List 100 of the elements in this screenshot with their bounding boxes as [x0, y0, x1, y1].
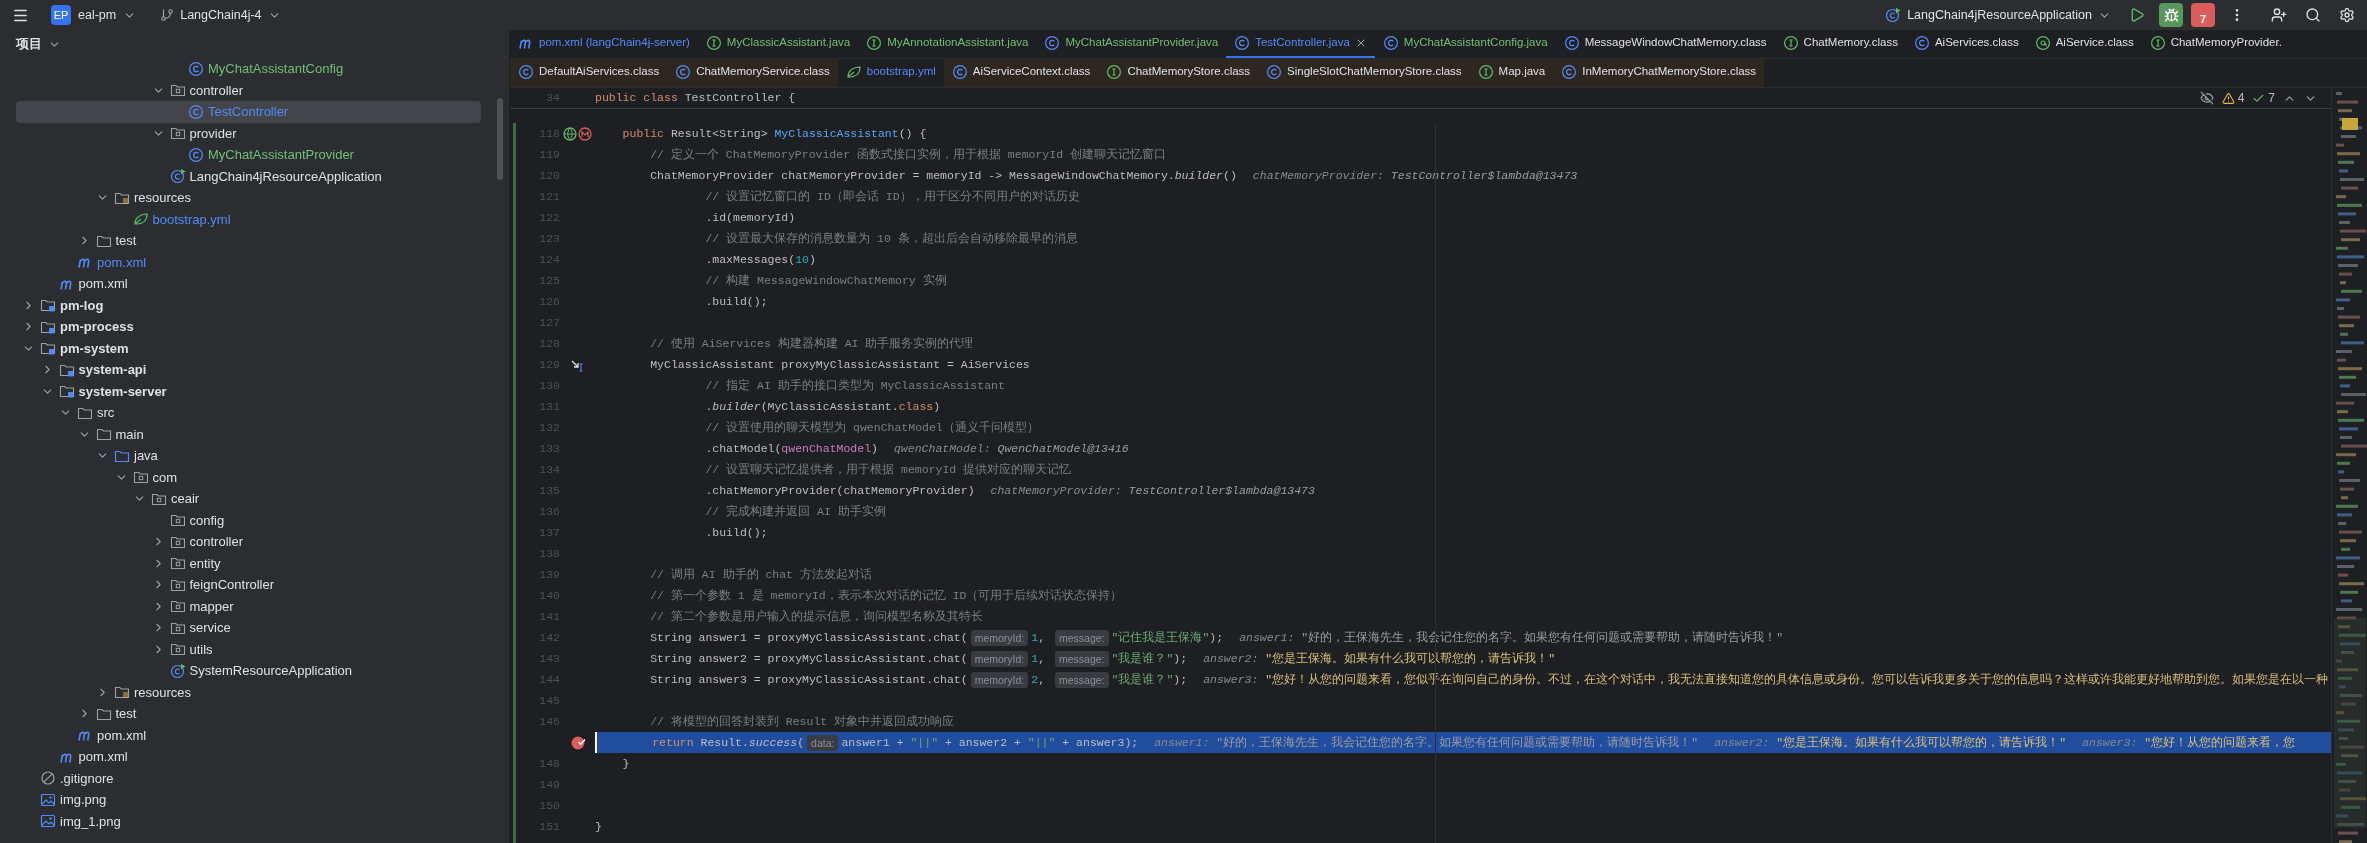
debug-value: answer2: "您是王保海。如果有什么我可以帮您的，请告诉我！" — [1714, 734, 2067, 751]
branch-icon — [160, 8, 175, 22]
code-text: public class TestController { — [595, 90, 796, 107]
tree-item[interactable]: controller — [16, 531, 481, 553]
tree-item[interactable]: pm-log — [16, 294, 481, 316]
tree-item[interactable]: img_1.png — [16, 810, 481, 832]
code-text: String answer2 = proxyMyClassicAssistant.chat( — [649, 650, 968, 667]
application-class-icon — [169, 662, 186, 679]
tree-item[interactable]: pom.xml — [16, 724, 481, 746]
tree-item[interactable]: utils — [16, 638, 481, 660]
interface-icon — [1477, 64, 1494, 80]
debug-value: chatMemoryProvider: TestController$lambda@13473 — [1252, 167, 1578, 184]
code-text: answer1 + "||" + answer2 + "||" + answer3); — [841, 734, 1139, 751]
code-text: // 使用 AiServices 构建器构建 AI 助手服务实例的代理 — [649, 335, 974, 352]
tree-item[interactable]: MyChatAssistantProvider — [16, 144, 481, 166]
parameter-hint: memoryId: — [970, 629, 1029, 646]
check-count[interactable]: 7 — [2252, 89, 2275, 107]
project-view-title[interactable]: 项目 — [16, 34, 61, 54]
tree-item[interactable]: src — [16, 402, 481, 424]
editor-tab[interactable]: bootstrap.yml — [837, 59, 944, 87]
tree-item[interactable]: LangChain4jResourceApplication — [16, 165, 481, 187]
editor-tab[interactable]: ChatMemoryService.class — [667, 59, 838, 87]
add-user-icon[interactable] — [2271, 7, 2287, 23]
tree-item[interactable]: mapper — [16, 595, 481, 617]
tree-item[interactable]: config — [16, 509, 481, 531]
eye-off-icon[interactable] — [2199, 91, 2214, 105]
editor-tab[interactable]: ChatMemoryProvider. — [2141, 30, 2290, 58]
editor-tab[interactable]: pom.xml (langChain4j-server) — [510, 30, 698, 58]
tree-item[interactable]: pm-process — [16, 316, 481, 338]
class-icon — [1913, 35, 1930, 51]
tree-item[interactable]: pom.xml — [16, 251, 481, 273]
tree-item[interactable]: system-server — [16, 380, 481, 402]
tree-item[interactable]: controller — [16, 79, 481, 101]
breakpoint-icon[interactable] — [569, 734, 586, 751]
package-icon — [169, 641, 186, 658]
class-icon — [1234, 35, 1251, 51]
scrollbar-thumb[interactable] — [497, 98, 503, 180]
editor-tab[interactable]: AiService.class — [2026, 30, 2142, 58]
tree-item[interactable]: test — [16, 230, 481, 252]
tree-item[interactable]: pom.xml — [16, 273, 481, 295]
editor-tab[interactable]: MessageWindowChatMemory.class — [1555, 30, 1775, 58]
endpoint-icons-drawing[interactable] — [562, 125, 593, 142]
editor-tab[interactable]: MyClassicAssistant.java — [697, 30, 859, 58]
editor-tab[interactable]: AiServices.class — [1905, 30, 2027, 58]
search-icon[interactable] — [2305, 7, 2321, 23]
code-text: // 将模型的回答封装到 Result 对象中并返回成功响应 — [649, 713, 955, 730]
tree-item[interactable]: SystemResourceApplication — [16, 660, 481, 682]
tree-item[interactable]: resources — [16, 187, 481, 209]
editor-tab[interactable]: AiServiceContext.class — [943, 59, 1099, 87]
code-text: ChatMemoryProvider chatMemoryProvider = memoryId -> MessageWindowChatMemory.builder() — [649, 167, 1237, 184]
project-selector[interactable]: EP eal-pm — [51, 5, 137, 25]
tree-item[interactable]: feignController — [16, 574, 481, 596]
tree-item[interactable]: img.png — [16, 789, 481, 811]
run-configuration-selector[interactable]: LangChain4jResourceApplication — [1885, 5, 2111, 25]
code-text: .id(memoryId) — [704, 209, 796, 226]
tree-item[interactable]: main — [16, 423, 481, 445]
tree-item[interactable]: resources — [16, 681, 481, 703]
tree-item[interactable]: MyChatAssistantConfig — [16, 58, 481, 80]
code-text: .chatMemoryProvider(chatMemoryProvider) — [704, 482, 975, 499]
tree-item[interactable]: pom.xml — [16, 746, 481, 768]
editor-tab[interactable]: Map.java — [1469, 59, 1554, 87]
class-icon — [1561, 64, 1578, 80]
resources-folder-icon — [114, 684, 130, 701]
settings-icon[interactable] — [2339, 7, 2355, 23]
warning-count[interactable]: 4 — [2221, 89, 2245, 107]
debug-value: answer3: "您好！从您的问题来看，您 — [2082, 734, 2296, 751]
tree-item[interactable]: entity — [16, 552, 481, 574]
tree-item[interactable]: pm-system — [16, 337, 481, 359]
tree-item[interactable]: service — [16, 617, 481, 639]
tree-item[interactable]: ceair — [16, 488, 481, 510]
editor-tab[interactable]: ChatMemoryStore.class — [1098, 59, 1259, 87]
tree-item[interactable]: java — [16, 445, 481, 467]
editor-tab[interactable]: DefaultAiServices.class — [510, 59, 668, 87]
package-icon — [132, 469, 149, 486]
debug-button[interactable] — [2159, 3, 2183, 27]
tree-item[interactable]: com — [16, 466, 481, 488]
code-text: // 构建 MessageWindowChatMemory 实例 — [704, 272, 947, 289]
tree-item[interactable]: bootstrap.yml — [16, 208, 481, 230]
code-text: String answer3 = proxyMyClassicAssistant.chat( — [649, 671, 968, 688]
tree-item[interactable]: .gitignore — [16, 767, 481, 789]
editor-tab[interactable]: MyAnnotationAssistant.java — [858, 30, 1037, 58]
class-icon — [188, 60, 204, 77]
editor-tab[interactable]: SingleSlotChatMemoryStore.class — [1258, 59, 1470, 87]
tree-item[interactable]: test — [16, 703, 481, 725]
tree-item[interactable]: provider — [16, 122, 481, 144]
interface-icon — [705, 35, 722, 51]
run-icon[interactable] — [2129, 7, 2145, 23]
editor-tab[interactable]: MyChatAssistantProvider.java — [1036, 30, 1227, 58]
editor-tab[interactable]: MyChatAssistantConfig.java — [1374, 30, 1556, 58]
editor-tab[interactable]: ChatMemory.class — [1774, 30, 1906, 58]
editor-tab[interactable]: InMemoryChatMemoryStore.class — [1553, 59, 1765, 87]
package-icon — [169, 125, 186, 142]
stop-button[interactable]: 7 — [2191, 3, 2215, 27]
class-icon — [1044, 35, 1061, 51]
code-text: // 第二个参数是用户输入的提示信息，询问模型名称及其特长 — [649, 608, 983, 625]
branch-selector[interactable]: LangChain4j-4 — [160, 5, 281, 25]
code-text: 2, — [1031, 671, 1047, 688]
leaf-icon — [132, 211, 149, 228]
parameter-hint: memoryId: — [970, 650, 1029, 667]
tree-item[interactable]: system-api — [16, 359, 481, 381]
